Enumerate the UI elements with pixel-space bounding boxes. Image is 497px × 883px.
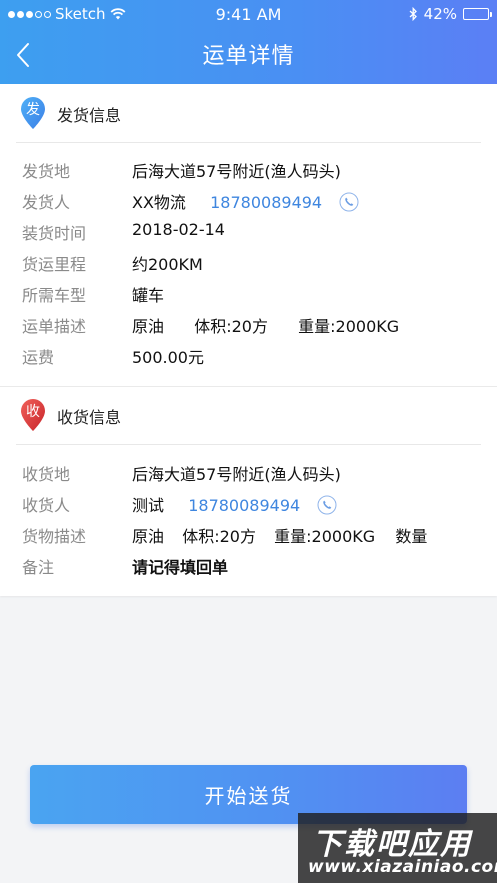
shipping-badge: 发 (26, 102, 40, 118)
phone-icon[interactable] (317, 495, 337, 515)
destination-value: 后海大道57号附近(渔人码头) (132, 465, 341, 484)
destination-row: 收货地 后海大道57号附近(渔人码头) (0, 461, 497, 492)
fee-row: 运费 500.00元 (0, 344, 497, 375)
load-time-value: 2018-02-14 (132, 220, 225, 239)
goods-weight: 重量:2000KG (274, 527, 376, 546)
remark-row: 备注 请记得填回单 (0, 554, 497, 585)
receiving-pin-icon: 收 (21, 399, 45, 431)
watermark: 下载吧应用 www.xiazainiao.com (298, 813, 497, 883)
distance-label: 货运里程 (22, 255, 87, 274)
goods-volume: 体积:20方 (182, 527, 256, 546)
receiver-row: 收货人 测试 18780089494 (0, 492, 497, 523)
page-title: 运单详情 (202, 44, 295, 69)
description-weight: 重量:2000KG (298, 317, 400, 336)
load-time-row: 装货时间 2018-02-14 (0, 220, 497, 251)
shipping-section-title: 发货信息 (57, 106, 122, 125)
divider (16, 444, 481, 445)
remark-label: 备注 (22, 558, 55, 577)
divider (16, 142, 481, 143)
vehicle-row: 所需车型 罐车 (0, 282, 497, 313)
phone-icon[interactable] (339, 192, 359, 212)
origin-value: 后海大道57号附近(渔人码头) (132, 162, 341, 181)
distance-value: 约200KM (132, 255, 203, 274)
shipping-section-header: 发 发货信息 (0, 84, 497, 142)
battery-percent: 42% (423, 5, 457, 23)
battery-icon (463, 8, 492, 20)
shipper-phone[interactable]: 18780089494 (210, 193, 322, 212)
status-bar: Sketch 9:41 AM 42% (0, 0, 497, 28)
shipping-pin-icon: 发 (21, 97, 45, 129)
description-row: 运单描述 原油 体积:20方 重量:2000KG (0, 313, 497, 344)
receiving-section-header: 收 收货信息 (0, 386, 497, 444)
goods-value: 原油 体积:20方 重量:2000KG 数量 (132, 523, 427, 547)
origin-row: 发货地 后海大道57号附近(渔人码头) (0, 158, 497, 189)
receiving-badge: 收 (26, 404, 40, 420)
watermark-url: www.xiazainiao.com (308, 857, 497, 877)
shipper-name: XX物流 (132, 193, 186, 212)
shipper-row: 发货人 XX物流 18780089494 (0, 189, 497, 220)
goods-quantity: 数量 (395, 527, 428, 546)
receiver-phone[interactable]: 18780089494 (188, 496, 300, 515)
receiver-name: 测试 (132, 496, 165, 515)
load-time-label: 装货时间 (22, 224, 87, 243)
fee-value: 500.00元 (132, 348, 204, 367)
receiver-value: 测试 18780089494 (132, 492, 337, 516)
shipper-label: 发货人 (22, 193, 71, 212)
goods-cargo: 原油 (132, 527, 165, 546)
origin-label: 发货地 (22, 162, 71, 181)
description-label: 运单描述 (22, 317, 87, 336)
waybill-card: 发 发货信息 发货地 后海大道57号附近(渔人码头) 发货人 XX物流 1878… (0, 84, 497, 596)
vehicle-value: 罐车 (132, 286, 165, 305)
goods-label: 货物描述 (22, 527, 87, 546)
description-value: 原油 体积:20方 重量:2000KG (132, 313, 399, 337)
receiving-section-title: 收货信息 (57, 408, 122, 427)
shipper-value: XX物流 18780089494 (132, 189, 359, 213)
goods-row: 货物描述 原油 体积:20方 重量:2000KG 数量 (0, 523, 497, 554)
receiver-label: 收货人 (22, 496, 71, 515)
header: Sketch 9:41 AM 42% 运单详情 (0, 0, 497, 84)
distance-row: 货运里程 约200KM (0, 251, 497, 282)
bluetooth-icon (409, 7, 417, 21)
remark-value: 请记得填回单 (132, 558, 229, 577)
status-right: 42% (409, 5, 492, 23)
vehicle-label: 所需车型 (22, 286, 87, 305)
fee-label: 运费 (22, 348, 55, 367)
description-volume: 体积:20方 (194, 317, 268, 336)
destination-label: 收货地 (22, 465, 71, 484)
description-cargo: 原油 (132, 317, 165, 336)
